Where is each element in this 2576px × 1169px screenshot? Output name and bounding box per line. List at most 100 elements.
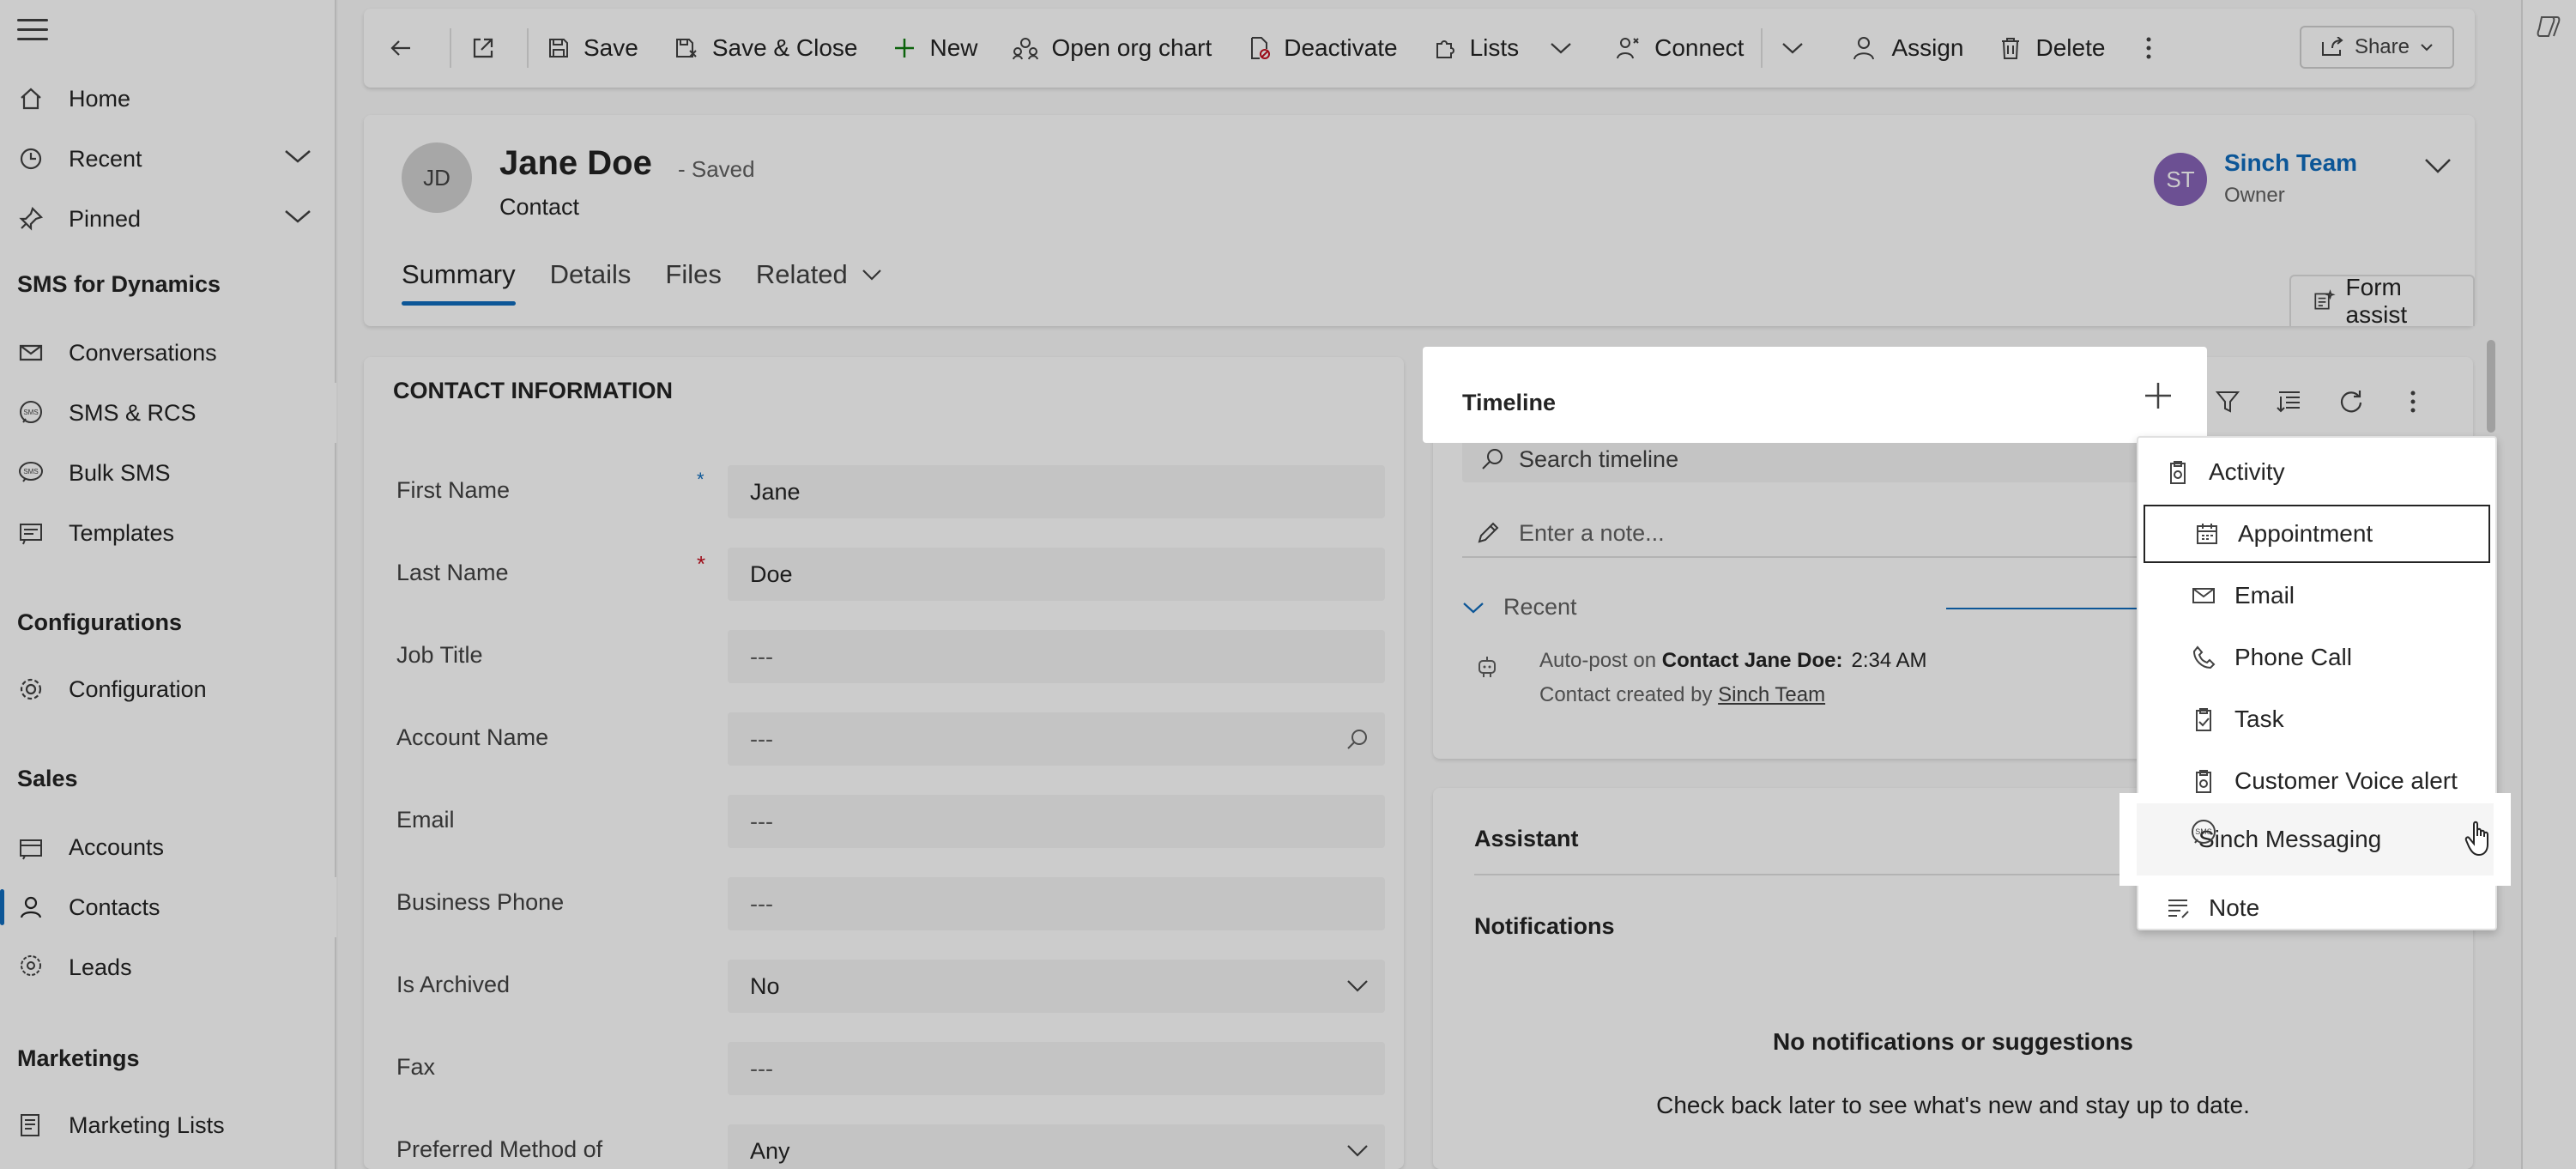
svg-text:SMS: SMS	[23, 468, 38, 475]
new-button[interactable]: New	[874, 9, 995, 88]
fax-input[interactable]: ---	[728, 1042, 1385, 1095]
vertical-scrollbar[interactable]	[2487, 340, 2495, 433]
form-assist-button[interactable]: Form assist	[2289, 274, 2475, 328]
delete-label: Delete	[2035, 34, 2106, 61]
connect-dropdown[interactable]	[1763, 9, 1835, 88]
open-org-chart-button[interactable]: Open org chart	[995, 9, 1229, 88]
copilot-icon[interactable]	[2535, 14, 2564, 39]
menu-item-task[interactable]: Task	[2138, 688, 2495, 750]
nav-contacts[interactable]: Contacts	[0, 877, 336, 937]
lists-dropdown[interactable]	[1536, 9, 1598, 88]
nav-home[interactable]: Home	[0, 69, 336, 129]
preferred-method-select[interactable]: Any	[728, 1124, 1385, 1169]
last-name-input[interactable]: Doe	[728, 548, 1385, 601]
recent-group-toggle[interactable]: Recent	[1462, 594, 1577, 621]
chevron-down-icon	[1463, 602, 1484, 613]
section-heading: Marketings	[17, 1045, 140, 1071]
home-icon	[14, 82, 48, 116]
open-new-window-button[interactable]	[451, 9, 527, 88]
business-phone-input[interactable]: ---	[728, 877, 1385, 930]
nav-label: Contacts	[69, 893, 160, 920]
nav-recent[interactable]: Recent	[0, 129, 336, 189]
sort-icon[interactable]	[2259, 383, 2320, 421]
save-close-button[interactable]: Save & Close	[656, 9, 875, 88]
menu-item-activity[interactable]: Activity	[2138, 441, 2495, 503]
owner-avatar: ST	[2154, 153, 2207, 206]
entry-author-link[interactable]: Sinch Team	[1718, 683, 1825, 706]
first-name-input[interactable]: Jane	[728, 465, 1385, 518]
person-icon	[14, 890, 48, 924]
back-button[interactable]	[364, 9, 450, 88]
sinch-messaging-highlight: Sinch Messaging SMS	[2125, 798, 2506, 881]
field-label: Fax	[396, 1054, 436, 1080]
share-icon	[2321, 37, 2343, 56]
preferred-method-value: Any	[750, 1137, 790, 1164]
section-title: CONTACT INFORMATION	[393, 378, 673, 403]
add-activity-button[interactable]	[2144, 381, 2173, 415]
tab-summary[interactable]: Summary	[402, 259, 516, 306]
refresh-icon[interactable]	[2320, 383, 2382, 421]
field-label: Last Name	[396, 560, 509, 585]
more-commands-button[interactable]	[2122, 9, 2187, 88]
menu-item-email[interactable]: Email	[2138, 565, 2495, 627]
bulk-sms-icon: SMS	[14, 456, 48, 490]
empty-state-body: Check back later to see what's new and s…	[1656, 1092, 2250, 1118]
save-button[interactable]: Save	[529, 9, 656, 88]
account-name-lookup[interactable]: ---	[728, 712, 1385, 766]
save-status: - Saved	[678, 156, 755, 182]
hand-cursor-icon	[2464, 821, 2494, 861]
nav-marketing-lists[interactable]: Marketing Lists	[0, 1095, 336, 1155]
nav-label: Bulk SMS	[69, 459, 171, 486]
hamburger-menu-icon[interactable]	[17, 19, 48, 43]
note-input[interactable]: Enter a note...	[1462, 510, 2149, 558]
nav-pinned[interactable]: Pinned	[0, 189, 336, 249]
owner-link[interactable]: Sinch Team	[2224, 149, 2357, 177]
search-icon	[1347, 730, 1367, 749]
chevron-down-icon	[1347, 980, 1368, 992]
nav-templates[interactable]: Templates	[0, 503, 336, 563]
nav-accounts[interactable]: Accounts	[0, 817, 336, 877]
chevron-down-icon	[862, 270, 881, 281]
deactivate-icon	[1251, 37, 1271, 59]
delete-button[interactable]: Delete	[1980, 9, 2122, 88]
nav-leads[interactable]: Leads	[0, 937, 336, 997]
field-first-name: First Name * Jane	[396, 465, 1385, 522]
connect-button[interactable]: Connect	[1598, 9, 1761, 88]
nav-label: Home	[69, 85, 131, 112]
chevron-down-icon[interactable]	[283, 206, 312, 231]
field-email: Email ---	[396, 795, 1385, 851]
menu-item-phone-call[interactable]: Phone Call	[2138, 627, 2495, 688]
pencil-icon	[1478, 522, 1499, 543]
menu-item-appointment[interactable]: Appointment	[2142, 503, 2492, 565]
menu-label: Activity	[2209, 458, 2285, 485]
list-icon	[14, 1108, 48, 1142]
nav-label: Leads	[69, 954, 132, 980]
nav-configuration[interactable]: Configuration	[0, 659, 336, 719]
search-timeline-input[interactable]: Search timeline	[1462, 436, 2149, 482]
field-preferred-method: Preferred Method of Any	[396, 1124, 1385, 1169]
save-close-icon	[675, 39, 697, 58]
tab-related[interactable]: Related	[756, 259, 882, 306]
menu-item-note[interactable]: Note	[2138, 877, 2495, 939]
tab-details[interactable]: Details	[550, 259, 632, 306]
more-vertical-icon[interactable]	[2382, 383, 2444, 421]
more-vertical-icon	[2146, 37, 2151, 59]
new-label: New	[929, 34, 978, 61]
email-input[interactable]: ---	[728, 795, 1385, 848]
lists-button[interactable]: Lists	[1415, 9, 1537, 88]
nav-sms-rcs[interactable]: SMS SMS & RCS	[0, 383, 336, 443]
menu-label: Note	[2209, 894, 2260, 921]
chevron-down-icon[interactable]	[283, 146, 312, 171]
is-archived-select[interactable]: No	[728, 960, 1385, 1013]
chevron-down-icon	[2421, 44, 2433, 51]
header-expand-button[interactable]	[2423, 156, 2452, 179]
field-label: Is Archived	[396, 972, 511, 997]
job-title-input[interactable]: ---	[728, 630, 1385, 683]
share-button[interactable]: Share	[2299, 26, 2454, 69]
nav-bulk-sms[interactable]: SMS Bulk SMS	[0, 443, 336, 503]
assign-button[interactable]: Assign	[1835, 9, 1980, 88]
tab-related-label: Related	[755, 259, 848, 289]
deactivate-button[interactable]: Deactivate	[1229, 9, 1414, 88]
nav-conversations[interactable]: Conversations	[0, 323, 336, 383]
tab-files[interactable]: Files	[665, 259, 721, 306]
